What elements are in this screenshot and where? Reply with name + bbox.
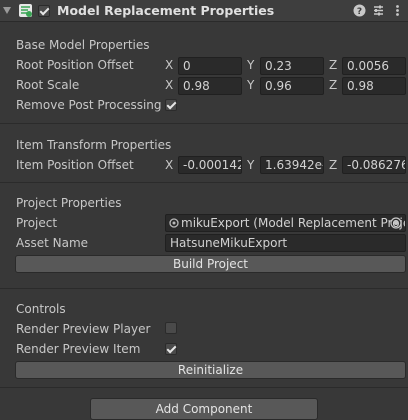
- build-project-button[interactable]: Build Project: [15, 255, 406, 273]
- script-icon: [18, 3, 33, 18]
- render-preview-item-checkbox[interactable]: [165, 343, 177, 355]
- remove-post-processing-checkbox[interactable]: [165, 99, 177, 111]
- axis-x-label: X: [165, 158, 174, 172]
- axis-y-label: Y: [247, 78, 255, 92]
- render-preview-player-label: Render Preview Player: [16, 322, 151, 336]
- section-divider: [0, 288, 408, 289]
- root-position-x-field[interactable]: 0: [178, 57, 242, 75]
- component-header[interactable]: Model Replacement Properties ?: [0, 0, 408, 22]
- section-divider: [0, 387, 408, 388]
- axis-z-label: Z: [329, 158, 338, 172]
- asset-name-label: Asset Name: [16, 236, 89, 250]
- root-scale-y-field[interactable]: 0.96: [260, 77, 324, 95]
- asset-name-field[interactable]: HatsuneMikuExport: [165, 234, 406, 252]
- render-preview-player-checkbox[interactable]: [165, 322, 177, 334]
- svg-text:?: ?: [357, 7, 362, 17]
- section-divider: [0, 182, 408, 183]
- axis-y-label: Y: [247, 158, 255, 172]
- item-position-y-field[interactable]: 1.63942e-: [260, 156, 324, 174]
- axis-y-label: Y: [247, 58, 255, 72]
- project-object-value: mikuExport (Model Replacement Proje: [181, 216, 406, 230]
- remove-post-processing-label: Remove Post Processing o: [16, 98, 164, 112]
- project-label: Project: [16, 216, 58, 230]
- axis-x-label: X: [165, 78, 174, 92]
- object-picker-icon[interactable]: [390, 217, 402, 229]
- section-divider: [0, 123, 408, 124]
- item-position-z-field[interactable]: -0.086276: [342, 156, 406, 174]
- item-transform-section-title: Item Transform Properties: [16, 138, 172, 152]
- render-preview-item-label: Render Preview Item: [16, 342, 141, 356]
- axis-z-label: Z: [329, 78, 338, 92]
- item-position-offset-label: Item Position Offset: [16, 158, 134, 172]
- axis-x-label: X: [165, 58, 174, 72]
- component-enabled-toggle[interactable]: [38, 5, 50, 17]
- reinitialize-button[interactable]: Reinitialize: [15, 361, 406, 379]
- root-scale-z-field[interactable]: 0.98: [342, 77, 406, 95]
- controls-section-title: Controls: [16, 302, 66, 316]
- menu-icon[interactable]: [391, 4, 404, 17]
- help-icon[interactable]: ?: [353, 4, 366, 17]
- scriptable-object-icon: [169, 216, 179, 228]
- component-title: Model Replacement Properties: [57, 3, 275, 18]
- presets-icon[interactable]: [372, 4, 385, 17]
- root-position-z-field[interactable]: 0.0056: [342, 57, 406, 75]
- project-section-title: Project Properties: [16, 196, 122, 210]
- foldout-arrow-icon[interactable]: [3, 7, 11, 14]
- item-position-x-field[interactable]: -0.000142: [178, 156, 242, 174]
- root-scale-label: Root Scale: [16, 78, 80, 92]
- project-object-field[interactable]: mikuExport (Model Replacement Proje: [165, 214, 406, 232]
- root-position-y-field[interactable]: 0.23: [260, 57, 324, 75]
- root-scale-x-field[interactable]: 0.98: [178, 77, 242, 95]
- base-model-section-title: Base Model Properties: [16, 38, 150, 52]
- root-position-offset-label: Root Position Offset: [16, 58, 134, 72]
- axis-z-label: Z: [329, 58, 338, 72]
